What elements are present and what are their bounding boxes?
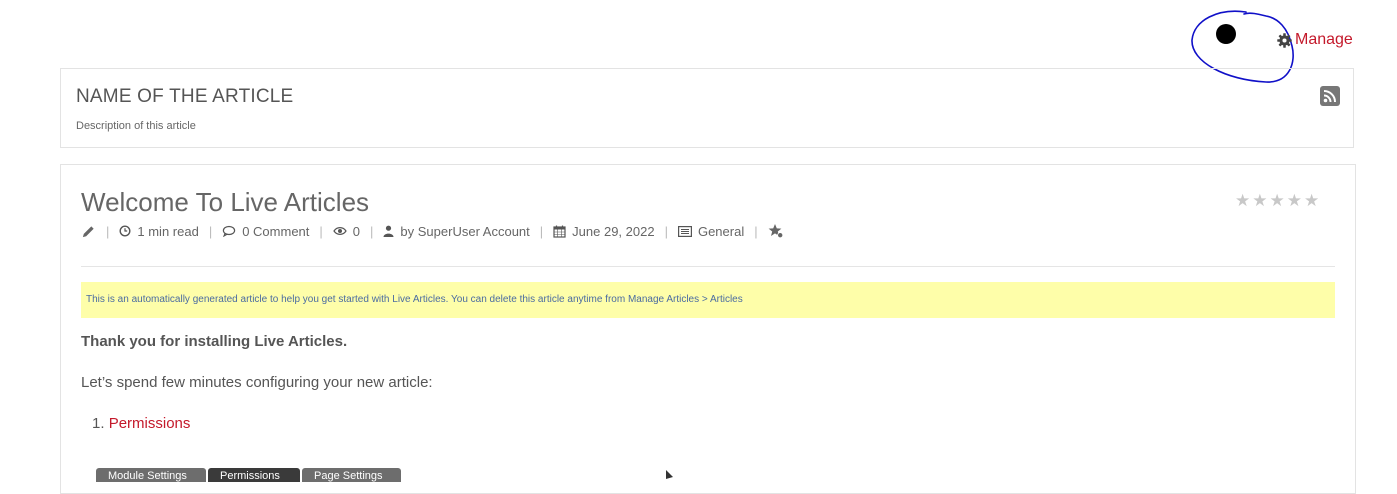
gear-icon [1277,32,1292,48]
tab-module-settings[interactable]: Module Settings [96,468,206,482]
category-label: General [697,223,745,239]
view-count: 0 [333,224,360,239]
list-number: 1. [92,415,105,432]
collection-description: Description of this article [76,120,196,132]
manage-label: Manage [1295,31,1353,48]
comment-icon [223,225,236,237]
star-icon[interactable]: ★ [1252,192,1267,209]
rating-stars[interactable]: ★ ★ ★ ★ ★ [1235,192,1319,209]
user-icon [383,225,394,237]
read-time-label: 1 min read [137,223,199,239]
intro-text: Let’s spend few minutes configuring your… [81,374,433,391]
meta-separator: | [539,223,544,239]
meta-separator: | [319,223,323,239]
permissions-link[interactable]: Permissions [109,415,191,432]
comment-count[interactable]: 0 Comment [222,224,309,239]
settings-tabs: Module Settings Permissions Page Setting… [96,468,401,482]
view-count-label: 0 [352,223,361,239]
author-label: by SuperUser Account [400,223,530,239]
meta-separator: | [664,223,668,239]
eye-icon [333,227,347,235]
meta-separator: | [106,223,110,239]
favorite-star-icon[interactable] [768,223,784,239]
clock-icon [119,225,131,237]
article-meta: | 1 min read | 0 Comment | 0 | by SuperU… [81,223,784,239]
mouse-cursor-icon [666,470,673,479]
star-icon[interactable]: ★ [1270,192,1285,209]
article-header-box: NAME OF THE ARTICLE Description of this … [60,68,1354,148]
collection-title: NAME OF THE ARTICLE [76,86,294,107]
meta-separator: | [754,223,758,239]
category[interactable]: General [677,223,745,239]
auto-generated-notice: This is an automatically generated artic… [81,282,1335,318]
list-icon [677,225,692,237]
star-icon[interactable]: ★ [1287,192,1302,209]
rss-feed-icon[interactable] [1320,86,1340,106]
publish-date: June 29, 2022 [553,223,655,239]
article-box: Welcome To Live Articles ★ ★ ★ ★ ★ | 1 m… [60,164,1356,494]
tab-permissions[interactable]: Permissions [208,468,300,482]
list-item: 1. Permissions [92,415,190,432]
author[interactable]: by SuperUser Account [383,223,530,239]
manage-link[interactable]: Manage [1276,31,1353,49]
article-title[interactable]: Welcome To Live Articles [81,187,369,218]
star-icon[interactable]: ★ [1235,192,1250,209]
calendar-icon [553,225,566,238]
publish-date-label: June 29, 2022 [572,223,655,239]
comment-count-label: 0 Comment [242,223,310,239]
tab-page-settings[interactable]: Page Settings [302,468,401,482]
meta-separator: | [370,223,374,239]
pencil-icon[interactable] [81,224,96,239]
meta-separator: | [208,223,213,239]
divider [81,266,1335,267]
read-time: 1 min read [119,223,199,239]
thank-you-heading: Thank you for installing Live Articles. [81,333,348,350]
star-icon[interactable]: ★ [1304,192,1319,209]
